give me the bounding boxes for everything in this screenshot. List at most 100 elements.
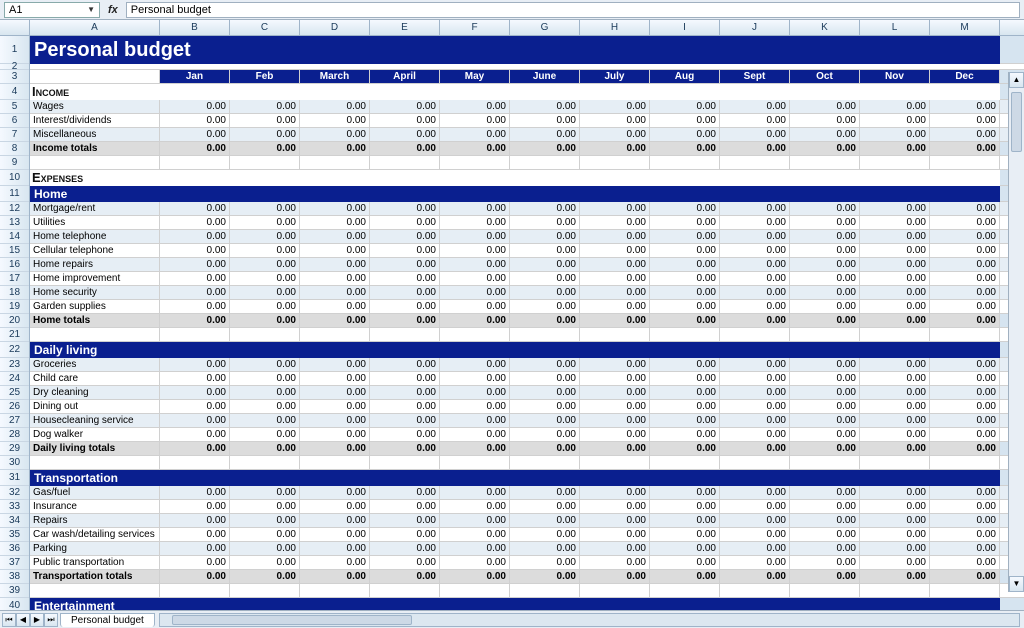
data-cell[interactable]: 0.00 [440, 414, 510, 427]
row-header[interactable]: 13 [0, 216, 29, 230]
data-cell[interactable]: 0.00 [160, 258, 230, 271]
column-header[interactable]: D [300, 20, 370, 35]
totals-cell[interactable]: 0.00 [930, 314, 1000, 327]
data-cell[interactable]: 0.00 [440, 372, 510, 385]
data-cell[interactable]: 0.00 [650, 500, 720, 513]
data-cell[interactable]: 0.00 [930, 428, 1000, 441]
data-cell[interactable]: 0.00 [440, 400, 510, 413]
data-cell[interactable]: 0.00 [860, 100, 930, 113]
data-cell[interactable]: 0.00 [230, 286, 300, 299]
data-cell[interactable]: 0.00 [160, 230, 230, 243]
data-cell[interactable]: 0.00 [230, 500, 300, 513]
row-label[interactable]: Interest/dividends [30, 114, 160, 127]
data-cell[interactable]: 0.00 [720, 514, 790, 527]
month-header[interactable]: Dec [930, 70, 1000, 83]
data-cell[interactable]: 0.00 [300, 486, 370, 499]
data-cell[interactable]: 0.00 [790, 542, 860, 555]
blank-cell[interactable] [440, 584, 510, 597]
row-header[interactable]: 38 [0, 570, 29, 584]
row-label[interactable]: Child care [30, 372, 160, 385]
blank-cell[interactable] [580, 156, 650, 169]
row-label[interactable]: Repairs [30, 514, 160, 527]
data-cell[interactable]: 0.00 [860, 300, 930, 313]
data-cell[interactable]: 0.00 [580, 400, 650, 413]
data-cell[interactable]: 0.00 [440, 286, 510, 299]
data-cell[interactable]: 0.00 [370, 272, 440, 285]
data-cell[interactable]: 0.00 [580, 358, 650, 371]
row-header[interactable]: 1 [0, 36, 29, 64]
data-cell[interactable]: 0.00 [370, 286, 440, 299]
data-cell[interactable]: 0.00 [860, 372, 930, 385]
data-cell[interactable]: 0.00 [370, 500, 440, 513]
totals-cell[interactable]: 0.00 [650, 142, 720, 155]
blank-cell[interactable] [30, 328, 160, 341]
data-cell[interactable]: 0.00 [790, 128, 860, 141]
data-cell[interactable]: 0.00 [930, 556, 1000, 569]
data-cell[interactable]: 0.00 [720, 286, 790, 299]
scroll-down-button[interactable]: ▼ [1009, 576, 1024, 592]
month-header[interactable]: June [510, 70, 580, 83]
data-cell[interactable]: 0.00 [650, 216, 720, 229]
data-cell[interactable]: 0.00 [510, 244, 580, 257]
data-cell[interactable]: 0.00 [370, 542, 440, 555]
data-cell[interactable]: 0.00 [580, 216, 650, 229]
totals-cell[interactable]: 0.00 [930, 570, 1000, 583]
column-header[interactable]: H [580, 20, 650, 35]
row-header[interactable]: 27 [0, 414, 29, 428]
data-cell[interactable]: 0.00 [300, 358, 370, 371]
column-header[interactable]: B [160, 20, 230, 35]
data-cell[interactable]: 0.00 [160, 128, 230, 141]
data-cell[interactable]: 0.00 [230, 258, 300, 271]
data-cell[interactable]: 0.00 [160, 556, 230, 569]
data-cell[interactable]: 0.00 [860, 428, 930, 441]
fx-icon[interactable]: fx [104, 4, 122, 16]
data-cell[interactable]: 0.00 [790, 202, 860, 215]
row-header[interactable]: 25 [0, 386, 29, 400]
data-cell[interactable]: 0.00 [650, 202, 720, 215]
sheet-tab[interactable]: Personal budget [60, 613, 155, 627]
row-header[interactable]: 35 [0, 528, 29, 542]
data-cell[interactable]: 0.00 [580, 542, 650, 555]
data-cell[interactable]: 0.00 [370, 216, 440, 229]
blank-cell[interactable] [860, 328, 930, 341]
data-cell[interactable]: 0.00 [510, 514, 580, 527]
data-cell[interactable]: 0.00 [580, 556, 650, 569]
data-cell[interactable]: 0.00 [860, 286, 930, 299]
data-cell[interactable]: 0.00 [370, 244, 440, 257]
data-cell[interactable]: 0.00 [230, 216, 300, 229]
data-cell[interactable]: 0.00 [580, 230, 650, 243]
blank-cell[interactable] [860, 156, 930, 169]
column-header[interactable]: G [510, 20, 580, 35]
data-cell[interactable]: 0.00 [790, 258, 860, 271]
data-cell[interactable]: 0.00 [510, 500, 580, 513]
totals-cell[interactable]: 0.00 [370, 442, 440, 455]
column-header[interactable]: L [860, 20, 930, 35]
totals-cell[interactable]: 0.00 [300, 570, 370, 583]
row-header[interactable]: 29 [0, 442, 29, 456]
data-cell[interactable]: 0.00 [650, 528, 720, 541]
data-cell[interactable]: 0.00 [650, 358, 720, 371]
blank-cell[interactable] [510, 328, 580, 341]
data-cell[interactable]: 0.00 [580, 428, 650, 441]
data-cell[interactable]: 0.00 [930, 372, 1000, 385]
row-header[interactable]: 32 [0, 486, 29, 500]
totals-cell[interactable]: 0.00 [230, 142, 300, 155]
scroll-up-button[interactable]: ▲ [1009, 72, 1024, 88]
data-cell[interactable]: 0.00 [230, 486, 300, 499]
blank-cell[interactable] [790, 584, 860, 597]
totals-cell[interactable]: 0.00 [370, 314, 440, 327]
blank-cell[interactable] [510, 584, 580, 597]
data-cell[interactable]: 0.00 [650, 372, 720, 385]
data-cell[interactable]: 0.00 [160, 272, 230, 285]
month-header[interactable]: Sept [720, 70, 790, 83]
data-cell[interactable]: 0.00 [790, 230, 860, 243]
data-cell[interactable]: 0.00 [860, 202, 930, 215]
data-cell[interactable]: 0.00 [160, 286, 230, 299]
data-cell[interactable]: 0.00 [300, 272, 370, 285]
data-cell[interactable]: 0.00 [580, 414, 650, 427]
blank-cell[interactable] [790, 328, 860, 341]
horizontal-scrollbar[interactable] [159, 613, 1020, 627]
data-cell[interactable]: 0.00 [860, 244, 930, 257]
data-cell[interactable]: 0.00 [230, 100, 300, 113]
data-cell[interactable]: 0.00 [300, 216, 370, 229]
